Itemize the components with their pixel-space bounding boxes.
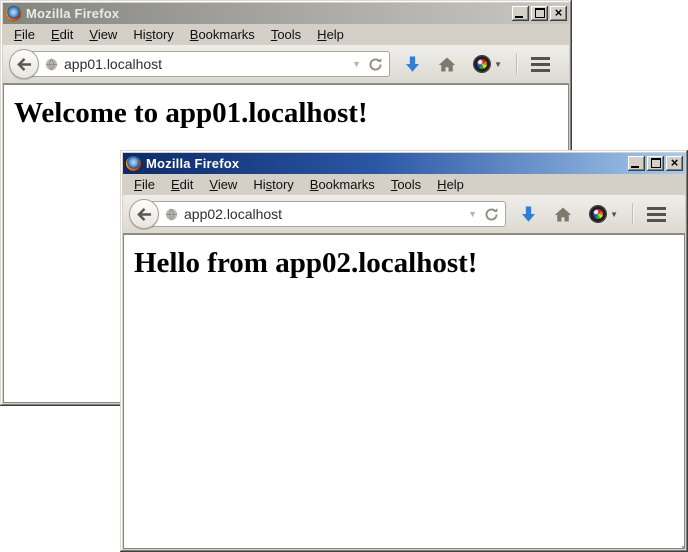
menu-item-history[interactable]: History (125, 25, 181, 44)
maximize-button[interactable] (531, 6, 548, 21)
page-content: Hello from app02.localhost! (123, 234, 685, 549)
color-wheel-icon (590, 206, 606, 222)
color-wheel-icon (474, 56, 490, 72)
hamburger-icon (531, 57, 550, 72)
url-bar[interactable]: app02.localhost ▼ (144, 201, 506, 227)
reload-icon[interactable] (368, 57, 383, 72)
back-arrow-icon (136, 207, 153, 222)
back-arrow-icon (16, 57, 33, 72)
titlebar[interactable]: Mozilla Firefox (3, 3, 569, 24)
back-button[interactable] (129, 199, 159, 229)
menu-item-help[interactable]: Help (429, 175, 472, 194)
colorwheel-menu-button[interactable]: ▼ (465, 49, 511, 79)
menu-item-tools[interactable]: Tools (383, 175, 429, 194)
close-button[interactable] (550, 6, 567, 21)
urlbar-dropdown-icon[interactable]: ▼ (352, 59, 361, 69)
url-text: app02.localhost (184, 206, 464, 222)
toolbar-separator (516, 53, 517, 75)
menu-item-file[interactable]: File (126, 175, 163, 194)
menu-item-tools[interactable]: Tools (263, 25, 309, 44)
hamburger-icon (647, 207, 666, 222)
download-button[interactable] (396, 49, 429, 79)
window-controls (626, 156, 683, 171)
menu-item-history[interactable]: History (245, 175, 301, 194)
open-menu-button[interactable] (638, 199, 675, 229)
menu-item-view[interactable]: View (201, 175, 245, 194)
resize-grip[interactable] (678, 542, 681, 545)
home-button[interactable] (429, 49, 465, 79)
open-menu-button[interactable] (522, 49, 559, 79)
titlebar[interactable]: Mozilla Firefox (123, 153, 685, 174)
chevron-down-icon: ▼ (610, 210, 618, 219)
toolbar-separator (632, 203, 633, 225)
firefox-logo-icon (126, 156, 141, 171)
menu-item-file[interactable]: File (6, 25, 43, 44)
menu-item-bookmarks[interactable]: Bookmarks (302, 175, 383, 194)
urlbar-dropdown-icon[interactable]: ▼ (468, 209, 477, 219)
globe-icon (165, 208, 178, 221)
minimize-button[interactable] (512, 6, 529, 21)
home-icon (438, 57, 456, 72)
menu-bar: FileEditViewHistoryBookmarksToolsHelp (123, 174, 685, 195)
reload-icon[interactable] (484, 207, 499, 222)
menu-bar: FileEditViewHistoryBookmarksToolsHelp (3, 24, 569, 45)
page-heading: Hello from app02.localhost! (134, 247, 684, 280)
window-title: Mozilla Firefox (146, 156, 626, 171)
globe-icon (45, 58, 58, 71)
firefox-logo-icon (6, 6, 21, 21)
navigation-toolbar: app02.localhost ▼ ▼ (123, 195, 685, 234)
url-text: app01.localhost (64, 56, 348, 72)
window-controls (510, 6, 567, 21)
menu-item-view[interactable]: View (81, 25, 125, 44)
desktop: { "desktop": { "background": "#ffffff" }… (0, 0, 688, 551)
menu-item-edit[interactable]: Edit (43, 25, 81, 44)
download-button[interactable] (512, 199, 545, 229)
chevron-down-icon: ▼ (494, 60, 502, 69)
browser-window-app02: Mozilla Firefox FileEditViewHistoryBookm… (120, 150, 688, 552)
window-title: Mozilla Firefox (26, 6, 510, 21)
colorwheel-menu-button[interactable]: ▼ (581, 199, 627, 229)
maximize-button[interactable] (647, 156, 664, 171)
page-heading: Welcome to app01.localhost! (14, 97, 568, 130)
home-button[interactable] (545, 199, 581, 229)
toolbar-buttons: ▼ (396, 49, 559, 79)
download-icon (405, 56, 420, 73)
navigation-toolbar: app01.localhost ▼ ▼ (3, 45, 569, 84)
close-button[interactable] (666, 156, 683, 171)
toolbar-buttons: ▼ (512, 199, 675, 229)
menu-item-edit[interactable]: Edit (163, 175, 201, 194)
menu-item-bookmarks[interactable]: Bookmarks (182, 25, 263, 44)
url-bar[interactable]: app01.localhost ▼ (24, 51, 390, 77)
back-button[interactable] (9, 49, 39, 79)
download-icon (521, 206, 536, 223)
menu-item-help[interactable]: Help (309, 25, 352, 44)
minimize-button[interactable] (628, 156, 645, 171)
home-icon (554, 207, 572, 222)
